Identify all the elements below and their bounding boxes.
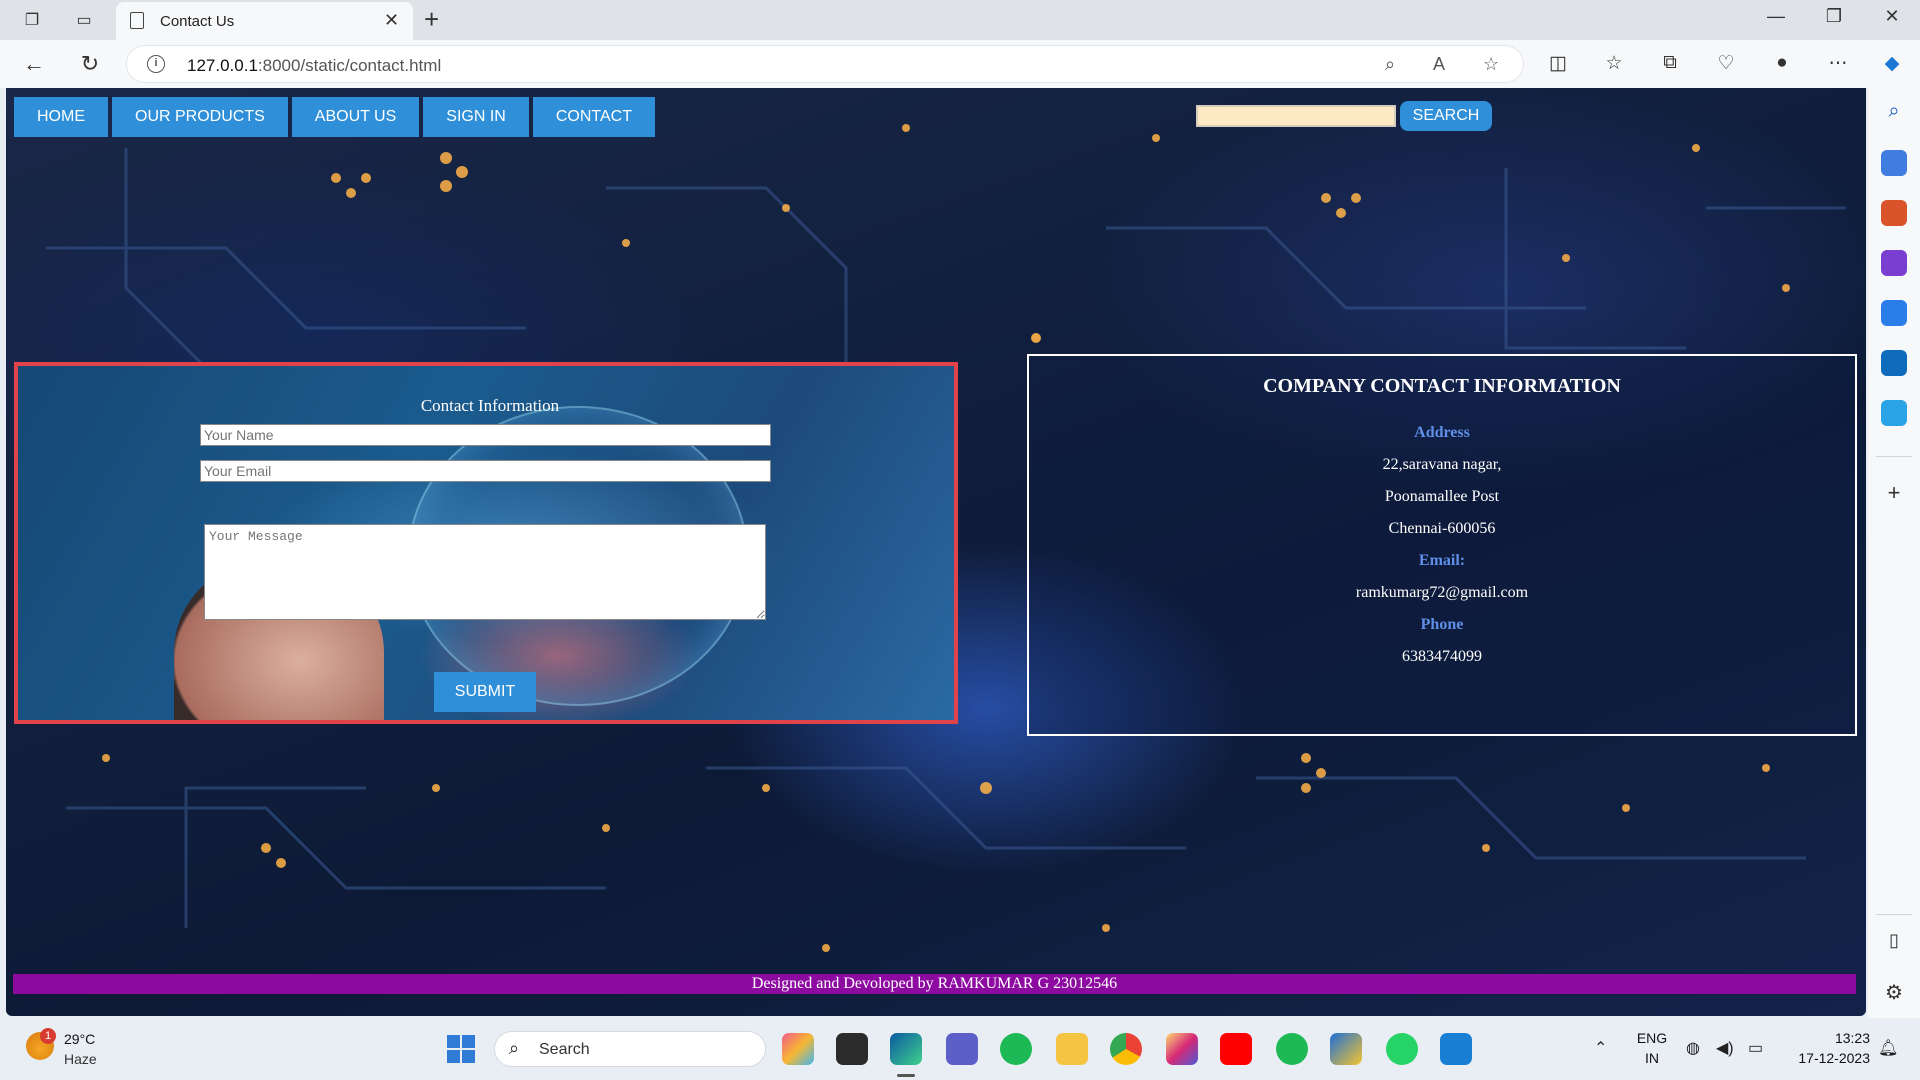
- collections-icon[interactable]: ⧉: [1656, 52, 1684, 74]
- drop-icon[interactable]: [1881, 400, 1907, 426]
- back-button[interactable]: ←: [20, 50, 48, 78]
- restore-button[interactable]: ❐: [1814, 6, 1854, 27]
- network-icon[interactable]: ◍: [1686, 1038, 1700, 1058]
- security-shield-icon[interactable]: [1330, 1033, 1362, 1065]
- page-footer: Designed and Devoloped by RAMKUMAR G 230…: [13, 974, 1856, 994]
- name-field[interactable]: [200, 424, 771, 446]
- hide-sidebar-icon[interactable]: ▯: [1881, 930, 1907, 956]
- windows-taskbar: 1 29°C Haze ⌕ Search ⌃ ENG IN ◍ ◀) ▭ 13:…: [0, 1018, 1920, 1080]
- profile-icon[interactable]: ●: [1768, 52, 1796, 74]
- zoom-icon[interactable]: ⌕: [1385, 54, 1395, 75]
- nav-home[interactable]: HOME: [14, 97, 108, 137]
- add-icon[interactable]: +: [1881, 480, 1907, 506]
- address-bar[interactable]: i 127.0.0.1:8000/static/contact.html ⌕ A…: [126, 45, 1524, 83]
- search-input[interactable]: [1196, 105, 1396, 127]
- main-nav: HOME OUR PRODUCTS ABOUT US SIGN IN CONTA…: [14, 97, 655, 137]
- games-icon[interactable]: [1881, 250, 1907, 276]
- chrome-icon[interactable]: [1110, 1033, 1142, 1065]
- site-info-icon[interactable]: i: [147, 55, 165, 73]
- browser-tab-bar: ❐ ▭ Contact Us ✕ + — ❐ ✕: [0, 0, 1920, 40]
- sidebar-divider: [1876, 914, 1912, 915]
- address-line-1: 22,saravana nagar,: [1382, 456, 1502, 473]
- favorite-star-icon[interactable]: ☆: [1483, 54, 1499, 75]
- close-tab-icon[interactable]: ✕: [384, 10, 399, 31]
- more-options-icon[interactable]: ⋯: [1824, 52, 1852, 75]
- split-screen-icon[interactable]: ◫: [1544, 52, 1572, 75]
- submit-button[interactable]: SUBMIT: [434, 672, 536, 712]
- contact-form-panel: Contact Information SUBMIT: [14, 362, 958, 724]
- search-icon[interactable]: ⌕: [1881, 100, 1907, 126]
- sidebar-divider: [1876, 456, 1912, 457]
- search-button[interactable]: SEARCH: [1400, 101, 1492, 131]
- new-tab-button[interactable]: +: [424, 4, 439, 35]
- company-phone: 6383474099: [1402, 648, 1482, 665]
- browser-toolbar: ← ↻ i 127.0.0.1:8000/static/contact.html…: [0, 40, 1920, 88]
- close-window-button[interactable]: ✕: [1872, 6, 1912, 27]
- clock-date[interactable]: 17-12-2023: [1780, 1050, 1870, 1066]
- whatsapp-icon[interactable]: [1386, 1033, 1418, 1065]
- tab-contact-us[interactable]: Contact Us ✕: [116, 2, 413, 40]
- battery-icon[interactable]: ▭: [1748, 1038, 1763, 1058]
- company-info-title: COMPANY CONTACT INFORMATION: [1263, 375, 1621, 397]
- spotify-icon[interactable]: [1276, 1033, 1308, 1065]
- weather-condition[interactable]: Haze: [64, 1051, 97, 1067]
- show-hidden-icons-icon[interactable]: ⌃: [1594, 1038, 1607, 1058]
- refresh-button[interactable]: ↻: [76, 50, 104, 78]
- clock-time[interactable]: 13:23: [1780, 1030, 1870, 1046]
- email-label: Email:: [1418, 552, 1466, 569]
- weather-badge: 1: [40, 1028, 56, 1044]
- nav-our-products[interactable]: OUR PRODUCTS: [112, 97, 288, 137]
- workspaces-icon[interactable]: ❐: [20, 8, 44, 32]
- file-explorer-icon[interactable]: [1056, 1033, 1088, 1065]
- email-field[interactable]: [200, 460, 771, 482]
- microsoft-365-icon[interactable]: [1881, 300, 1907, 326]
- start-button[interactable]: [447, 1035, 475, 1063]
- tab-actions-icon[interactable]: ▭: [72, 8, 96, 32]
- teams-icon[interactable]: [946, 1033, 978, 1065]
- vscode-icon[interactable]: [1440, 1033, 1472, 1065]
- shopping-icon[interactable]: [1881, 150, 1907, 176]
- copilot-icon[interactable]: ◆: [1878, 52, 1906, 75]
- volume-icon[interactable]: ◀): [1716, 1038, 1734, 1058]
- page-icon: [130, 12, 144, 29]
- youtube-icon[interactable]: [1220, 1033, 1252, 1065]
- address-line-2: Poonamallee Post: [1384, 488, 1500, 505]
- read-aloud-icon[interactable]: A: [1433, 54, 1445, 75]
- phone-label: Phone: [1420, 616, 1464, 633]
- notifications-bell-icon[interactable]: 🔔︎: [1878, 1038, 1898, 1058]
- settings-gear-icon[interactable]: ⚙: [1881, 980, 1907, 1006]
- weather-temperature[interactable]: 29°C: [64, 1031, 95, 1047]
- nav-contact[interactable]: CONTACT: [532, 97, 655, 137]
- language-indicator[interactable]: ENG: [1634, 1030, 1670, 1046]
- outlook-icon[interactable]: [1881, 350, 1907, 376]
- taskbar-search-label: Search: [539, 1041, 590, 1058]
- minimize-button[interactable]: —: [1756, 6, 1796, 27]
- instagram-icon[interactable]: [1166, 1033, 1198, 1065]
- search-icon: ⌕: [509, 1038, 520, 1058]
- nav-sign-in[interactable]: SIGN IN: [423, 97, 529, 137]
- tools-icon[interactable]: [1881, 200, 1907, 226]
- taskbar-search[interactable]: ⌕ Search: [494, 1031, 766, 1067]
- task-view-icon[interactable]: [836, 1033, 868, 1065]
- favorites-icon[interactable]: ☆: [1600, 52, 1628, 75]
- message-field[interactable]: [204, 524, 766, 620]
- company-info-panel: COMPANY CONTACT INFORMATION Address 22,s…: [1027, 354, 1857, 736]
- edge-sidebar: ⌕ + ▯ ⚙: [1868, 88, 1920, 1018]
- region-indicator[interactable]: IN: [1634, 1050, 1670, 1066]
- tab-title: Contact Us: [160, 13, 235, 30]
- form-title: Contact Information: [420, 396, 560, 415]
- circle-app-icon[interactable]: [1000, 1033, 1032, 1065]
- edge-app-icon[interactable]: [890, 1033, 922, 1065]
- address-label: Address: [1414, 424, 1470, 441]
- browser-essentials-icon[interactable]: ♡: [1712, 52, 1740, 75]
- active-app-indicator: [897, 1074, 915, 1077]
- url-text[interactable]: 127.0.0.1:8000/static/contact.html: [187, 56, 441, 76]
- address-line-3: Chennai-600056: [1388, 520, 1496, 537]
- company-email: ramkumarg72@gmail.com: [1355, 584, 1529, 601]
- nav-about-us[interactable]: ABOUT US: [291, 97, 420, 137]
- copilot-app-icon[interactable]: [782, 1033, 814, 1065]
- page-viewport: HOME OUR PRODUCTS ABOUT US SIGN IN CONTA…: [6, 88, 1866, 1016]
